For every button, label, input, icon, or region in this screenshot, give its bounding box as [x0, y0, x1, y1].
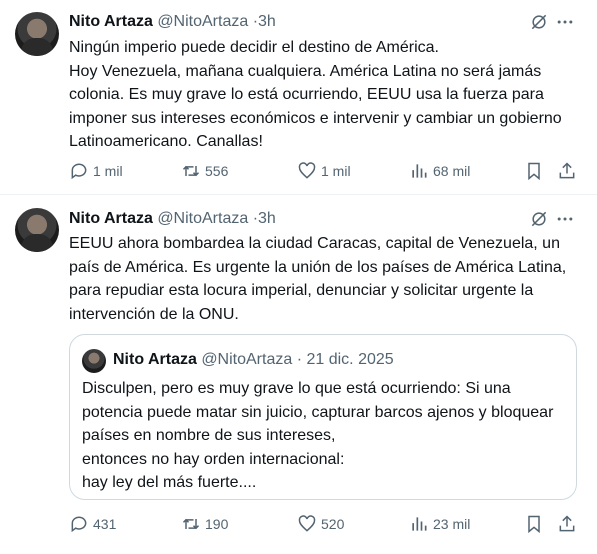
tweet-header: Nito Artaza @NitoArtaza ·3h	[69, 209, 276, 229]
reply-count: 1 mil	[93, 163, 123, 179]
repost-count: 556	[205, 163, 229, 179]
share-icon	[559, 515, 575, 532]
author-name[interactable]: Nito Artaza	[69, 210, 153, 227]
action-bar: 431 190 520 23 mil	[69, 512, 581, 536]
quote-text: Disculpen, pero es muy grave lo que está…	[82, 380, 554, 491]
quote-header: Nito Artaza @NitoArtaza · 21 dic. 2025	[113, 350, 394, 370]
timestamp[interactable]: 3h	[258, 210, 276, 227]
share-button[interactable]	[557, 159, 581, 183]
author-handle[interactable]: @NitoArtaza	[157, 13, 248, 30]
bookmark-icon	[528, 162, 540, 181]
tweet-text: EEUU ahora bombardea la ciudad Caracas, …	[69, 235, 567, 323]
author-handle: @NitoArtaza	[201, 351, 293, 368]
views-button[interactable]: 23 mil	[409, 512, 470, 536]
reply-icon	[71, 516, 87, 533]
like-button[interactable]: 520	[297, 512, 344, 536]
like-button[interactable]: 1 mil	[297, 159, 351, 183]
views-icon	[412, 517, 427, 531]
avatar[interactable]	[82, 349, 106, 373]
more-icon[interactable]	[555, 209, 575, 229]
bookmark-icon	[528, 515, 540, 534]
repost-button[interactable]: 556	[181, 159, 228, 183]
quote-date: 21 dic. 2025	[306, 351, 394, 368]
grok-icon[interactable]	[529, 12, 549, 32]
reply-button[interactable]: 1 mil	[69, 159, 123, 183]
like-icon	[298, 515, 316, 532]
like-count: 520	[321, 516, 345, 532]
bookmark-button[interactable]	[524, 512, 548, 536]
views-icon	[412, 164, 427, 178]
like-icon	[298, 162, 316, 179]
share-button[interactable]	[557, 512, 581, 536]
tweet-header: Nito Artaza @NitoArtaza ·3h	[69, 12, 276, 32]
repost-button[interactable]: 190	[181, 512, 228, 536]
views-button[interactable]: 68 mil	[409, 159, 470, 183]
author-name: Nito Artaza	[113, 351, 197, 368]
like-count: 1 mil	[321, 163, 351, 179]
repost-icon	[182, 518, 200, 530]
tweet[interactable]: Nito Artaza @NitoArtaza ·3h EEUU ahora b…	[0, 195, 597, 554]
timestamp[interactable]: 3h	[258, 13, 276, 30]
tweet-text: Ningún imperio puede decidir el destino …	[69, 39, 562, 150]
repost-icon	[182, 165, 200, 177]
quoted-tweet[interactable]: Nito Artaza @NitoArtaza · 21 dic. 2025 D…	[69, 334, 577, 500]
separator: ·	[296, 351, 303, 368]
reply-button[interactable]: 431	[69, 512, 116, 536]
repost-count: 190	[205, 516, 229, 532]
avatar[interactable]	[15, 12, 59, 56]
author-handle[interactable]: @NitoArtaza	[157, 210, 248, 227]
tweet[interactable]: Nito Artaza @NitoArtaza ·3h Ningún imper…	[0, 0, 597, 195]
avatar[interactable]	[15, 208, 59, 252]
action-bar: 1 mil 556 1 mil 68 mil	[69, 159, 581, 183]
bookmark-button[interactable]	[524, 159, 548, 183]
more-icon[interactable]	[555, 12, 575, 32]
share-icon	[559, 162, 575, 179]
author-name[interactable]: Nito Artaza	[69, 13, 153, 30]
views-count: 68 mil	[433, 163, 471, 179]
reply-count: 431	[93, 516, 117, 532]
grok-icon[interactable]	[529, 209, 549, 229]
views-count: 23 mil	[433, 516, 471, 532]
reply-icon	[71, 163, 87, 180]
